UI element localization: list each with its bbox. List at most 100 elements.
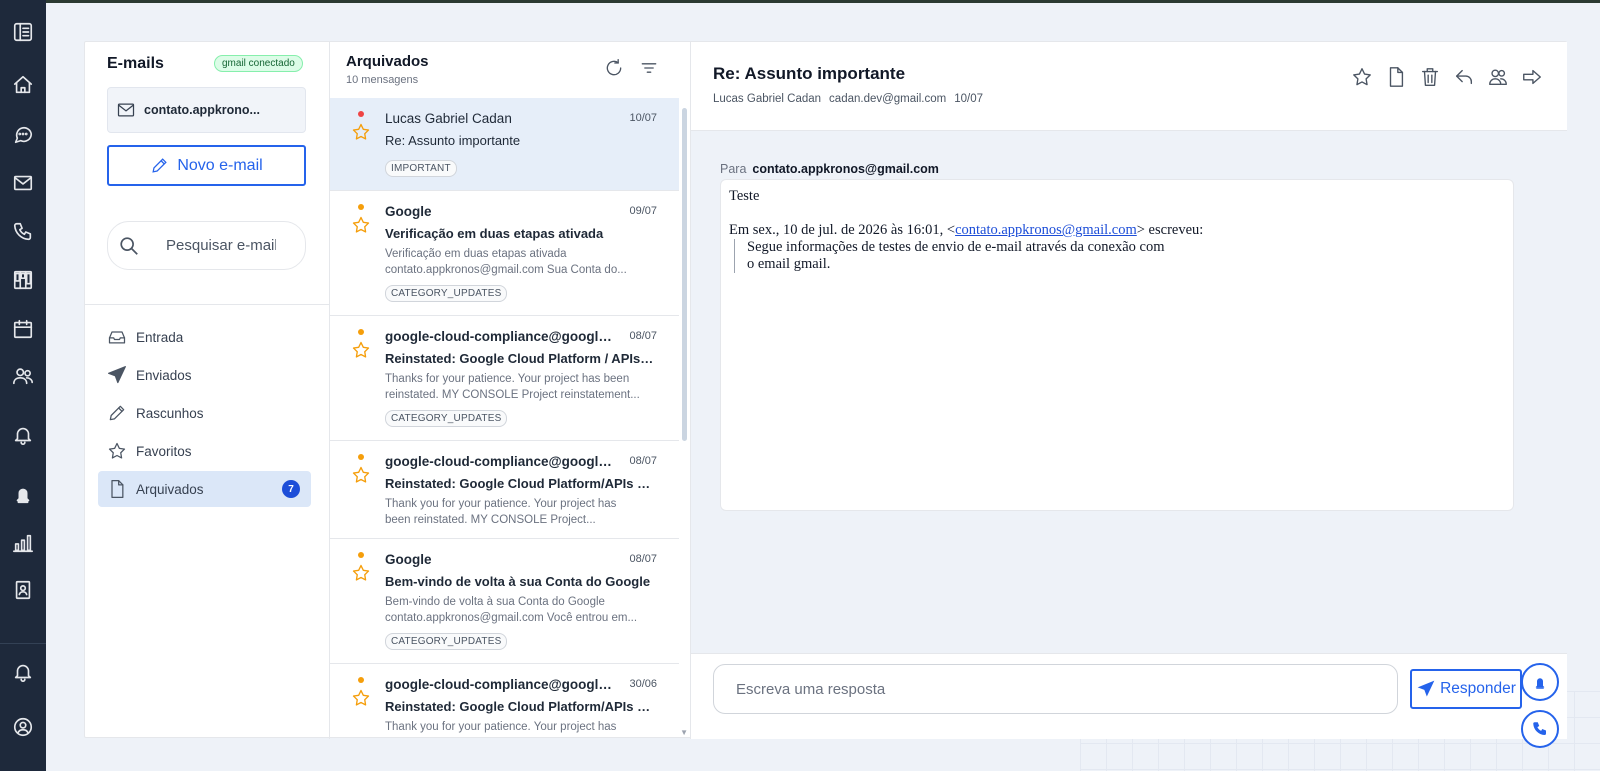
pencil-icon [109,405,125,421]
send-icon [108,366,126,384]
bar-chart-icon[interactable] [11,531,35,555]
alert-bell-icon[interactable] [11,482,35,506]
message-body: Teste Em sex., 10 de jul. de 2026 às 16:… [720,179,1514,511]
message-label-tag: IMPORTANT [385,160,457,177]
rail-divider [0,643,46,644]
notifications-icon[interactable] [11,660,35,684]
list-scrollbar[interactable] [682,108,687,441]
reply-button[interactable]: Responder [1410,669,1522,709]
star-icon[interactable] [351,122,371,142]
nav-item-enviados[interactable]: Enviados [98,357,311,393]
unread-dot [358,454,364,460]
message-date: 08/07 [629,330,657,342]
trash-icon[interactable] [1419,66,1441,88]
star-icon[interactable] [351,563,371,583]
message-meta: Lucas Gabriel Cadan cadan.dev@gmail.com … [713,93,983,105]
message-item[interactable]: google-cloud-compliance@google.com 30/06… [330,664,679,739]
nav-item-entrada[interactable]: Entrada [98,319,311,355]
star-icon[interactable] [351,688,371,708]
message-subject: Reinstated: Google Cloud Platform/APIs p… [385,699,655,714]
refresh-icon[interactable] [604,58,626,80]
message-sender: Lucas Gabriel Cadan [385,111,512,126]
message-date: 09/07 [629,205,657,217]
message-date: 30/06 [629,678,657,690]
message-sender: Google [385,204,432,219]
forward-icon[interactable] [1521,66,1543,88]
users-icon[interactable] [11,364,35,388]
home-icon[interactable] [11,73,35,97]
message-snippet: Thank you for your patience. Your projec… [385,721,617,733]
scroll-down-arrow-icon[interactable]: ▼ [680,728,688,737]
sender-email: cadan.dev@gmail.com [829,93,947,105]
pencil-icon [152,158,168,173]
divider [85,304,330,305]
search-icon [120,236,138,255]
nav-item-arquivados[interactable]: Arquivados 7 [98,471,311,507]
app-rail [0,0,46,771]
message-sender: Google [385,552,432,567]
recipient-line: Para contato.appkronos@gmail.com [720,162,939,176]
nav-label: Arquivados [136,481,204,497]
new-email-button[interactable]: Novo e-mail [107,145,306,186]
star-icon[interactable] [351,340,371,360]
star-icon[interactable] [351,215,371,235]
reply-button-label: Responder [1440,680,1516,697]
message-item[interactable]: Lucas Gabriel Cadan 10/07 Re: Assunto im… [330,98,679,191]
message-sender: google-cloud-compliance@google.com [385,454,615,469]
phone-icon [1533,722,1546,735]
message-snippet: Verificação em duas etapas ativada contat… [385,248,627,276]
email-app: E-mails gmail conectado contato.appkrono… [84,41,1567,739]
unread-dot [358,552,364,558]
search-box [107,221,306,270]
body-text: Teste [729,188,760,204]
message-item[interactable]: Google 09/07 Verificação em duas etapas … [330,191,679,316]
search-input[interactable] [166,237,276,254]
message-count: 10 mensagens [346,74,419,86]
filter-icon[interactable] [639,58,661,80]
sidebar-toggle-icon[interactable] [11,20,35,44]
user-profile-icon[interactable] [11,715,35,739]
nav-label: Favoritos [136,443,192,459]
envelope-icon [117,103,135,117]
message-sender: google-cloud-compliance@google.com [385,677,615,692]
phone-icon[interactable] [11,220,35,244]
alert-bell-icon [1535,678,1545,689]
message-list: Lucas Gabriel Cadan 10/07 Re: Assunto im… [330,98,679,739]
reply-input[interactable] [713,664,1398,714]
message-subject: Bem-vindo de volta à sua Conta do Google [385,574,651,589]
nav-label: Enviados [136,367,192,383]
unread-dot [358,111,364,117]
kanban-icon[interactable] [11,268,35,292]
quoted-email-link[interactable]: contato.appkronos@gmail.com [955,222,1137,238]
message-sender: google-cloud-compliance@google.com [385,329,615,344]
top-stripe [0,0,1600,3]
alert-fab[interactable] [1521,663,1559,701]
bell-icon[interactable] [11,423,35,447]
nav-item-favoritos[interactable]: Favoritos [98,433,311,469]
archive-file-icon[interactable] [1385,66,1407,88]
calendar-icon[interactable] [11,317,35,341]
to-address: contato.appkronos@gmail.com [752,162,939,176]
send-icon [1417,680,1435,697]
call-fab[interactable] [1521,710,1559,748]
contact-card-icon[interactable] [11,578,35,602]
message-date: 08/07 [629,455,657,467]
star-icon[interactable] [1351,66,1373,88]
reply-all-icon[interactable] [1487,66,1509,88]
folder-nav: Entrada Enviados Rascunhos Favoritos Arq… [98,319,311,509]
chat-icon[interactable] [11,122,35,146]
reply-icon[interactable] [1453,66,1475,88]
new-email-label: Novo e-mail [177,156,263,174]
message-date: 10/07 [629,112,657,124]
star-icon[interactable] [351,465,371,485]
connection-badge: gmail conectado [214,55,303,72]
message-item[interactable]: Google 08/07 Bem-vindo de volta à sua Co… [330,539,679,664]
message-item[interactable]: google-cloud-compliance@google.com 08/07… [330,441,679,539]
account-selector[interactable]: contato.appkrono... [107,87,306,133]
unread-dot [358,204,364,210]
nav-item-rascunhos[interactable]: Rascunhos [98,395,311,431]
message-item[interactable]: google-cloud-compliance@google.com 08/07… [330,316,679,441]
mail-icon[interactable] [11,171,35,195]
message-snippet: Thanks for your patience. Your project h… [385,373,640,401]
message-list-pane: Arquivados 10 mensagens Lucas Gabriel Ca… [330,42,691,739]
